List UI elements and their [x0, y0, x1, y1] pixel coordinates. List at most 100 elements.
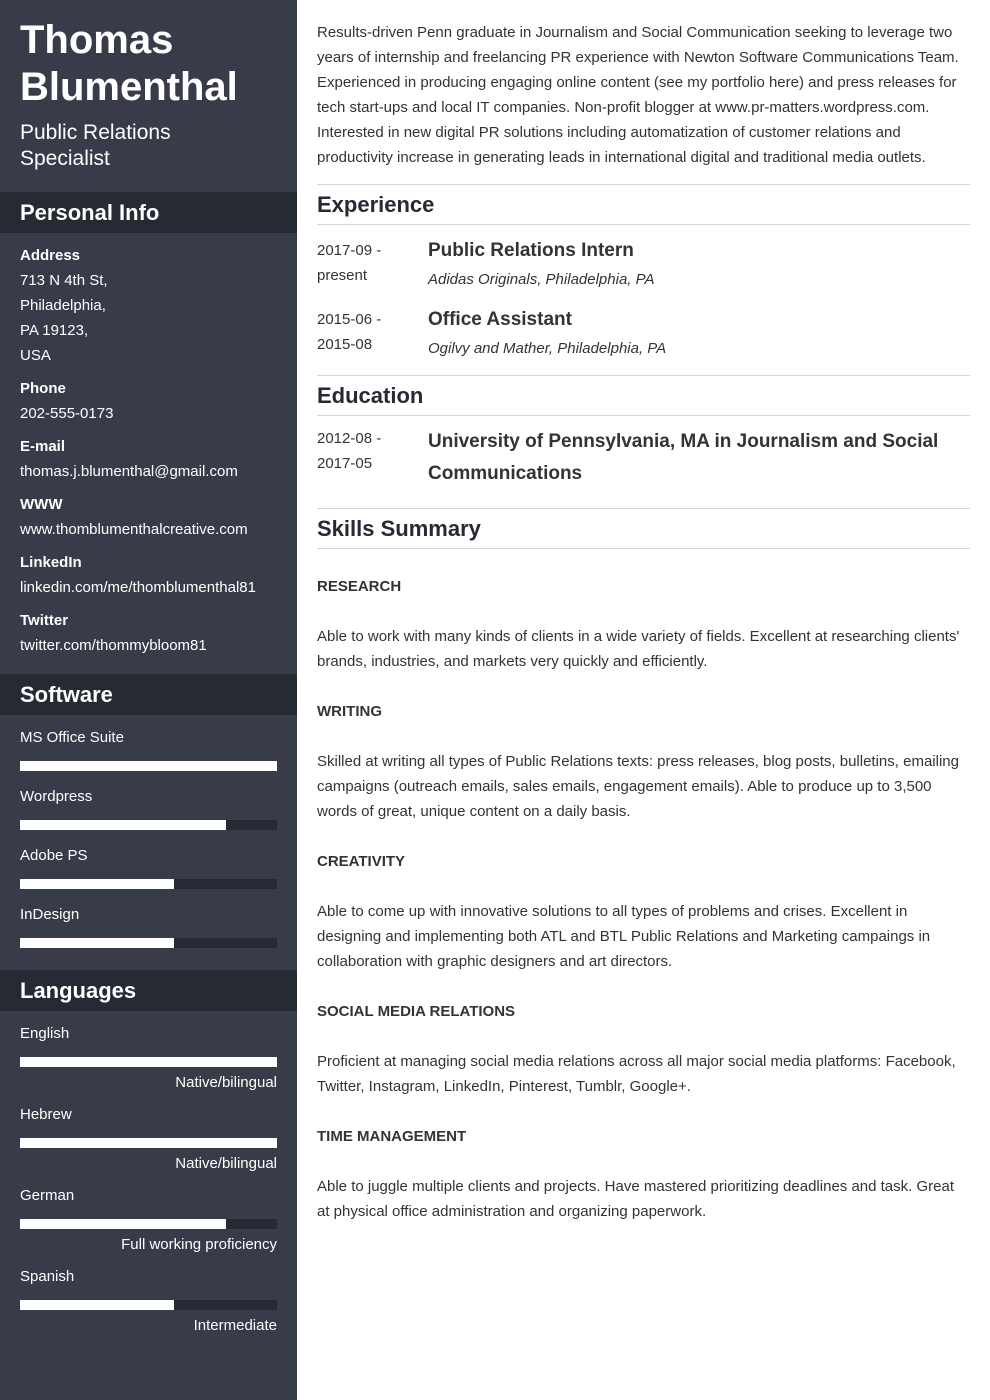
software-label: Adobe PS [20, 847, 88, 864]
address-label: Address [20, 247, 81, 264]
education-entry: 2012-08 - 2017-05 University of Pennsylv… [317, 426, 970, 490]
phone-label: Phone [20, 380, 66, 397]
language-level-fill [20, 1138, 277, 1148]
language-level-text: Intermediate [193, 1317, 277, 1334]
software-label: MS Office Suite [20, 729, 124, 746]
skill-name: WRITING [317, 703, 382, 720]
software-level-bar [20, 820, 277, 830]
language-level-text: Native/bilingual [175, 1074, 277, 1091]
twitter-label: Twitter [20, 612, 69, 629]
language-level-fill [20, 1057, 277, 1067]
skill-entry: TIME MANAGEMENT Able to juggle multiple … [317, 1124, 970, 1224]
software-item: Wordpress [0, 786, 297, 830]
language-item: Spanish Intermediate [0, 1266, 297, 1337]
software-list: MS Office Suite Wordpress Adobe PS InDes… [0, 715, 297, 970]
skill-name: RESEARCH [317, 578, 402, 595]
entry-date: 2017-09 - present [317, 238, 428, 292]
language-level-fill [20, 1219, 226, 1229]
software-label: Wordpress [20, 788, 93, 805]
date-start: 2017-09 - [317, 242, 382, 259]
address-line: Philadelphia, [20, 297, 106, 314]
software-level-fill [20, 879, 175, 889]
language-level-bar [20, 1219, 277, 1229]
job-title-line: Specialist [20, 147, 110, 170]
experience-heading: Experience [317, 184, 970, 225]
language-label: German [20, 1187, 75, 1204]
twitter-link[interactable]: twitter.com/thommybloom81 [20, 633, 277, 658]
phone-value: 202-555-0173 [20, 405, 114, 422]
software-label: InDesign [20, 906, 80, 923]
software-item: MS Office Suite [0, 727, 297, 771]
entry-body: Public Relations Intern Adidas Originals… [428, 238, 970, 292]
last-name: Blumenthal [20, 65, 238, 109]
education-heading: Education [317, 375, 970, 416]
software-level-bar [20, 879, 277, 889]
software-level-bar [20, 761, 277, 771]
profile-summary: Results-driven Penn graduate in Journali… [317, 24, 959, 166]
company-location: Ogilvy and Mather, Philadelphia, PA [428, 340, 667, 357]
skill-description: Able to work with many kinds of clients … [317, 628, 960, 670]
job-title-line: Public Relations [20, 121, 171, 144]
language-label: English [20, 1025, 70, 1042]
software-item: Adobe PS [0, 845, 297, 889]
skill-name: SOCIAL MEDIA RELATIONS [317, 1003, 516, 1020]
job-title: Public Relations Specialist [0, 111, 297, 172]
entry-date: 2015-06 - 2015-08 [317, 307, 428, 361]
email-item: E-mail thomas.j.blumenthal@gmail.com [20, 434, 277, 484]
skill-description: Able to juggle multiple clients and proj… [317, 1178, 955, 1220]
software-heading: Software [0, 674, 297, 715]
language-item: Hebrew Native/bilingual [0, 1104, 297, 1175]
entry-body: Office Assistant Ogilvy and Mather, Phil… [428, 307, 970, 361]
date-end: present [317, 267, 368, 284]
skill-name: CREATIVITY [317, 853, 406, 870]
personal-info: Address 713 N 4th St, Philadelphia, PA 1… [0, 243, 297, 658]
language-level-text: Full working proficiency [121, 1236, 277, 1253]
skill-entry: RESEARCH Able to work with many kinds of… [317, 574, 970, 674]
www-item: WWW www.thomblumenthalcreative.com [20, 492, 277, 542]
language-label: Spanish [20, 1268, 75, 1285]
address-item: Address 713 N 4th St, Philadelphia, PA 1… [20, 243, 277, 368]
language-item: English Native/bilingual [0, 1023, 297, 1094]
first-name: Thomas [20, 18, 174, 62]
languages-heading: Languages [0, 970, 297, 1011]
sidebar: Thomas Blumenthal Public Relations Speci… [0, 0, 297, 1400]
skill-description: Skilled at writing all types of Public R… [317, 753, 959, 820]
skills-summary-heading: Skills Summary [317, 508, 970, 549]
linkedin-link[interactable]: linkedin.com/me/thomblumenthal81 [20, 575, 277, 600]
language-level-fill [20, 1300, 175, 1310]
skill-description: Proficient at managing social media rela… [317, 1053, 956, 1095]
experience-entry: 2017-09 - present Public Relations Inter… [317, 238, 970, 292]
skills-summary-list: RESEARCH Able to work with many kinds of… [317, 549, 970, 1224]
education-list: 2012-08 - 2017-05 University of Pennsylv… [317, 416, 970, 508]
languages-list: English Native/bilingual Hebrew Native/b… [0, 1011, 297, 1337]
linkedin-label: LinkedIn [20, 554, 82, 571]
software-level-fill [20, 938, 175, 948]
www-label: WWW [20, 496, 63, 513]
language-label: Hebrew [20, 1106, 72, 1123]
date-end: 2015-08 [317, 336, 373, 353]
phone-item: Phone 202-555-0173 [20, 376, 277, 426]
software-level-fill [20, 820, 226, 830]
main-content: Results-driven Penn graduate in Journali… [317, 0, 970, 1249]
software-level-fill [20, 761, 277, 771]
address-line: 713 N 4th St, [20, 272, 108, 289]
date-end: 2017-05 [317, 455, 373, 472]
experience-entry: 2015-06 - 2015-08 Office Assistant Ogilv… [317, 307, 970, 361]
address-line: USA [20, 347, 51, 364]
email-label: E-mail [20, 438, 66, 455]
skill-description: Able to come up with innovative solution… [317, 903, 931, 970]
skill-name: TIME MANAGEMENT [317, 1128, 467, 1145]
skill-entry: CREATIVITY Able to come up with innovati… [317, 849, 970, 974]
software-item: InDesign [0, 904, 297, 948]
language-level-bar [20, 1057, 277, 1067]
language-level-bar [20, 1138, 277, 1148]
email-link[interactable]: thomas.j.blumenthal@gmail.com [20, 459, 277, 484]
address-line: PA 19123, [20, 322, 89, 339]
twitter-item: Twitter twitter.com/thommybloom81 [20, 608, 277, 658]
website-link[interactable]: www.thomblumenthalcreative.com [20, 517, 277, 542]
company-location: Adidas Originals, Philadelphia, PA [428, 271, 655, 288]
degree-title: University of Pennsylvania, MA in Journa… [428, 431, 939, 484]
skill-entry: SOCIAL MEDIA RELATIONS Proficient at man… [317, 999, 970, 1099]
experience-list: 2017-09 - present Public Relations Inter… [317, 225, 970, 375]
candidate-name: Thomas Blumenthal [0, 0, 297, 111]
